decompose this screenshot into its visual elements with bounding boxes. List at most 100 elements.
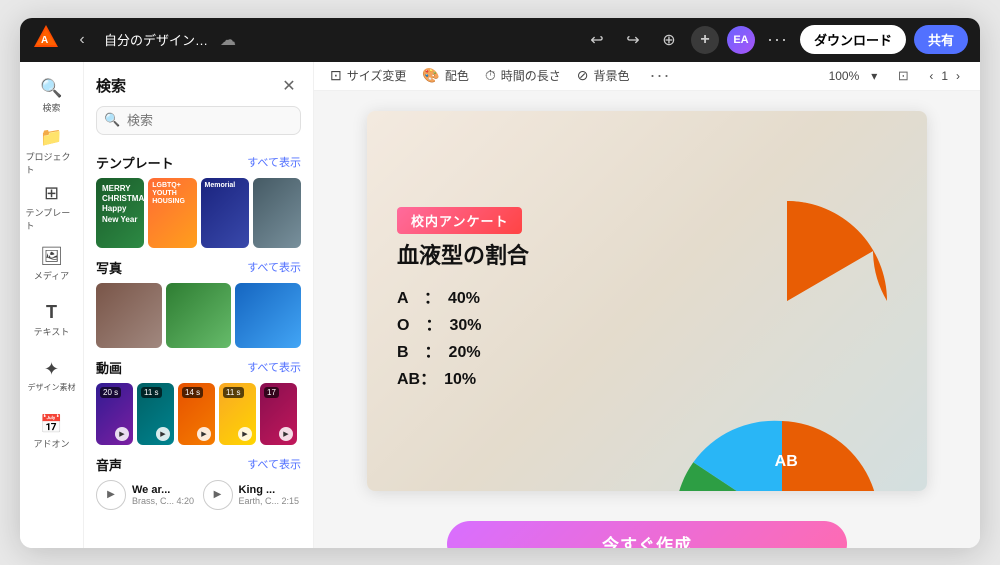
zoom-dropdown-button[interactable]: ▾ <box>867 67 881 85</box>
legend-o: O ： 30% <box>397 312 657 339</box>
video-duration-1: 20 s <box>100 387 121 398</box>
photo-thumb-3[interactable] <box>235 283 301 348</box>
sidebar-label-template: テンプレート <box>26 206 78 232</box>
templates-section-header: テンプレート すべて表示 <box>96 153 301 172</box>
undo-button[interactable]: ↩ <box>583 26 611 54</box>
template-thumb-4[interactable] <box>253 178 301 248</box>
templates-all-link[interactable]: すべて表示 <box>247 154 301 170</box>
audio-all-link[interactable]: すべて表示 <box>247 456 301 472</box>
resize-label: サイズ変更 <box>347 67 407 84</box>
chart-legend: A ： 40% O ： 30% B ： 20% AB： 10% <box>397 285 657 394</box>
location-button[interactable]: ⊕ <box>655 26 683 54</box>
search-panel-title: 検索 <box>96 75 126 96</box>
audio-info-1: We ar... Brass, C... 4:20 <box>132 484 194 506</box>
audio-play-1[interactable]: ▶ <box>96 480 126 510</box>
redo-button[interactable]: ↪ <box>619 26 647 54</box>
video-thumb-3[interactable]: 14 s ▶ <box>178 383 215 445</box>
search-input[interactable] <box>96 106 301 135</box>
audio-info-2: King ... Earth, C... 2:15 <box>239 484 300 506</box>
sidebar-item-project[interactable]: 📁 プロジェクト <box>26 126 78 178</box>
video-thumb-4[interactable]: 11 s ▶ <box>219 383 256 445</box>
audio-title-1: We ar... <box>132 484 194 496</box>
video-duration-5: 17 <box>264 387 279 398</box>
template-thumb-1[interactable]: MERRYCHRISTMASHappyNew Year <box>96 178 144 248</box>
back-button[interactable]: ‹ <box>68 26 96 54</box>
main-content: 🔍 検索 📁 プロジェクト ⊞ テンプレート 🖼 メディア T テキスト ✦ <box>20 62 980 548</box>
prev-page-button[interactable]: ‹ <box>925 67 937 85</box>
audio-play-2[interactable]: ▶ <box>203 480 233 510</box>
app-logo: A <box>32 23 60 56</box>
pie-chart-visual: A O B AB <box>677 416 887 491</box>
audio-title-2: King ... <box>239 484 300 496</box>
template-thumb-3[interactable]: Memorial <box>201 178 249 248</box>
video-play-5[interactable]: ▶ <box>279 427 293 441</box>
top-bar-actions: ↩ ↪ ⊕ + EA ··· ダウンロード 共有 <box>583 25 968 54</box>
video-duration-2: 11 s <box>141 387 162 398</box>
elements-icon: ✦ <box>44 359 59 380</box>
photo-grid <box>96 283 301 348</box>
canvas-wrap: 校内アンケート 血液型の割合 A ： 40% O ： 30% B ： 20% A… <box>314 91 980 511</box>
pie-chart: A O B AB <box>677 191 897 411</box>
create-button[interactable]: 今すぐ作成 <box>447 521 847 548</box>
pie-svg <box>677 191 897 411</box>
design-title: 自分のデザイン… <box>104 30 208 49</box>
templates-title: テンプレート <box>96 153 174 172</box>
video-thumb-1[interactable]: 20 s ▶ <box>96 383 133 445</box>
audio-artist-2: Earth, C... 2:15 <box>239 496 300 506</box>
canvas-card[interactable]: 校内アンケート 血液型の割合 A ： 40% O ： 30% B ： 20% A… <box>367 111 927 491</box>
download-button[interactable]: ダウンロード <box>800 25 906 54</box>
close-search-button[interactable]: ✕ <box>277 74 301 98</box>
sidebar-item-search[interactable]: 🔍 検索 <box>26 70 78 122</box>
videos-title: 動画 <box>96 358 122 377</box>
duration-toolbar-item[interactable]: ⏱ 時間の長さ <box>485 67 561 84</box>
top-bar: A ‹ 自分のデザイン… ☁ ↩ ↪ ⊕ + EA ··· ダウンロード 共有 <box>20 18 980 62</box>
video-play-4[interactable]: ▶ <box>238 427 252 441</box>
photo-thumb-2[interactable] <box>166 283 232 348</box>
video-thumb-2[interactable]: 11 s ▶ <box>137 383 174 445</box>
app-window: A ‹ 自分のデザイン… ☁ ↩ ↪ ⊕ + EA ··· ダウンロード 共有 … <box>20 18 980 548</box>
sidebar-item-media[interactable]: 🖼 メディア <box>26 238 78 290</box>
sidebar-item-addon[interactable]: 📅 アドオン <box>26 406 78 458</box>
videos-section-header: 動画 すべて表示 <box>96 358 301 377</box>
more-options-button[interactable]: ··· <box>763 29 792 50</box>
audio-list: ▶ We ar... Brass, C... 4:20 ▶ King .. <box>96 480 301 510</box>
video-play-3[interactable]: ▶ <box>197 427 211 441</box>
photos-all-link[interactable]: すべて表示 <box>247 259 301 275</box>
canvas-toolbar: ⊡ サイズ変更 🎨 配色 ⏱ 時間の長さ ⊘ 背景色 ··· <box>314 62 980 91</box>
template-thumb-2[interactable]: LGBTQ+YOUTHHOUSING <box>148 178 196 248</box>
photos-section-header: 写真 すべて表示 <box>96 258 301 277</box>
photo-thumb-1[interactable] <box>96 283 162 348</box>
search-panel-scroll: テンプレート すべて表示 MERRYCHRISTMASHappyNew Year… <box>84 145 313 548</box>
chart-title: 血液型の割合 <box>397 242 657 271</box>
next-page-button[interactable]: › <box>952 67 964 85</box>
audio-artist-1: Brass, C... 4:20 <box>132 496 194 506</box>
bg-toolbar-item[interactable]: ⊘ 背景色 <box>577 67 630 84</box>
color-icon: 🎨 <box>422 67 439 84</box>
resize-toolbar-item[interactable]: ⊡ サイズ変更 <box>330 67 406 84</box>
template-icon: ⊞ <box>44 183 59 204</box>
legend-ab: AB： 10% <box>397 366 657 393</box>
toolbar-more-button[interactable]: ··· <box>646 65 675 86</box>
color-toolbar-item[interactable]: 🎨 配色 <box>422 67 468 84</box>
sidebar-label-project: プロジェクト <box>26 150 78 176</box>
sidebar-item-template[interactable]: ⊞ テンプレート <box>26 182 78 234</box>
sidebar-item-elements[interactable]: ✦ デザイン素材 <box>26 350 78 402</box>
video-play-2[interactable]: ▶ <box>156 427 170 441</box>
video-grid: 20 s ▶ 11 s ▶ 14 s ▶ 11 s ▶ <box>96 383 301 445</box>
add-button[interactable]: + <box>691 26 719 54</box>
zoom-level: 100% <box>829 69 860 83</box>
share-button[interactable]: 共有 <box>914 25 968 54</box>
sidebar-label-elements: デザイン素材 <box>28 382 76 393</box>
videos-all-link[interactable]: すべて表示 <box>247 359 301 375</box>
survey-badge: 校内アンケート <box>397 207 522 234</box>
cloud-icon: ☁ <box>220 30 236 50</box>
sidebar-item-text[interactable]: T テキスト <box>26 294 78 346</box>
avatar[interactable]: EA <box>727 26 755 54</box>
sidebar-label-addon: アドオン <box>33 437 69 450</box>
video-play-1[interactable]: ▶ <box>115 427 129 441</box>
audio-item-2: ▶ King ... Earth, C... 2:15 <box>203 480 302 510</box>
audio-section-header: 音声 すべて表示 <box>96 455 301 474</box>
video-duration-3: 14 s <box>182 387 203 398</box>
fullscreen-button[interactable]: ⊡ <box>889 62 917 90</box>
video-thumb-5[interactable]: 17 ▶ <box>260 383 297 445</box>
